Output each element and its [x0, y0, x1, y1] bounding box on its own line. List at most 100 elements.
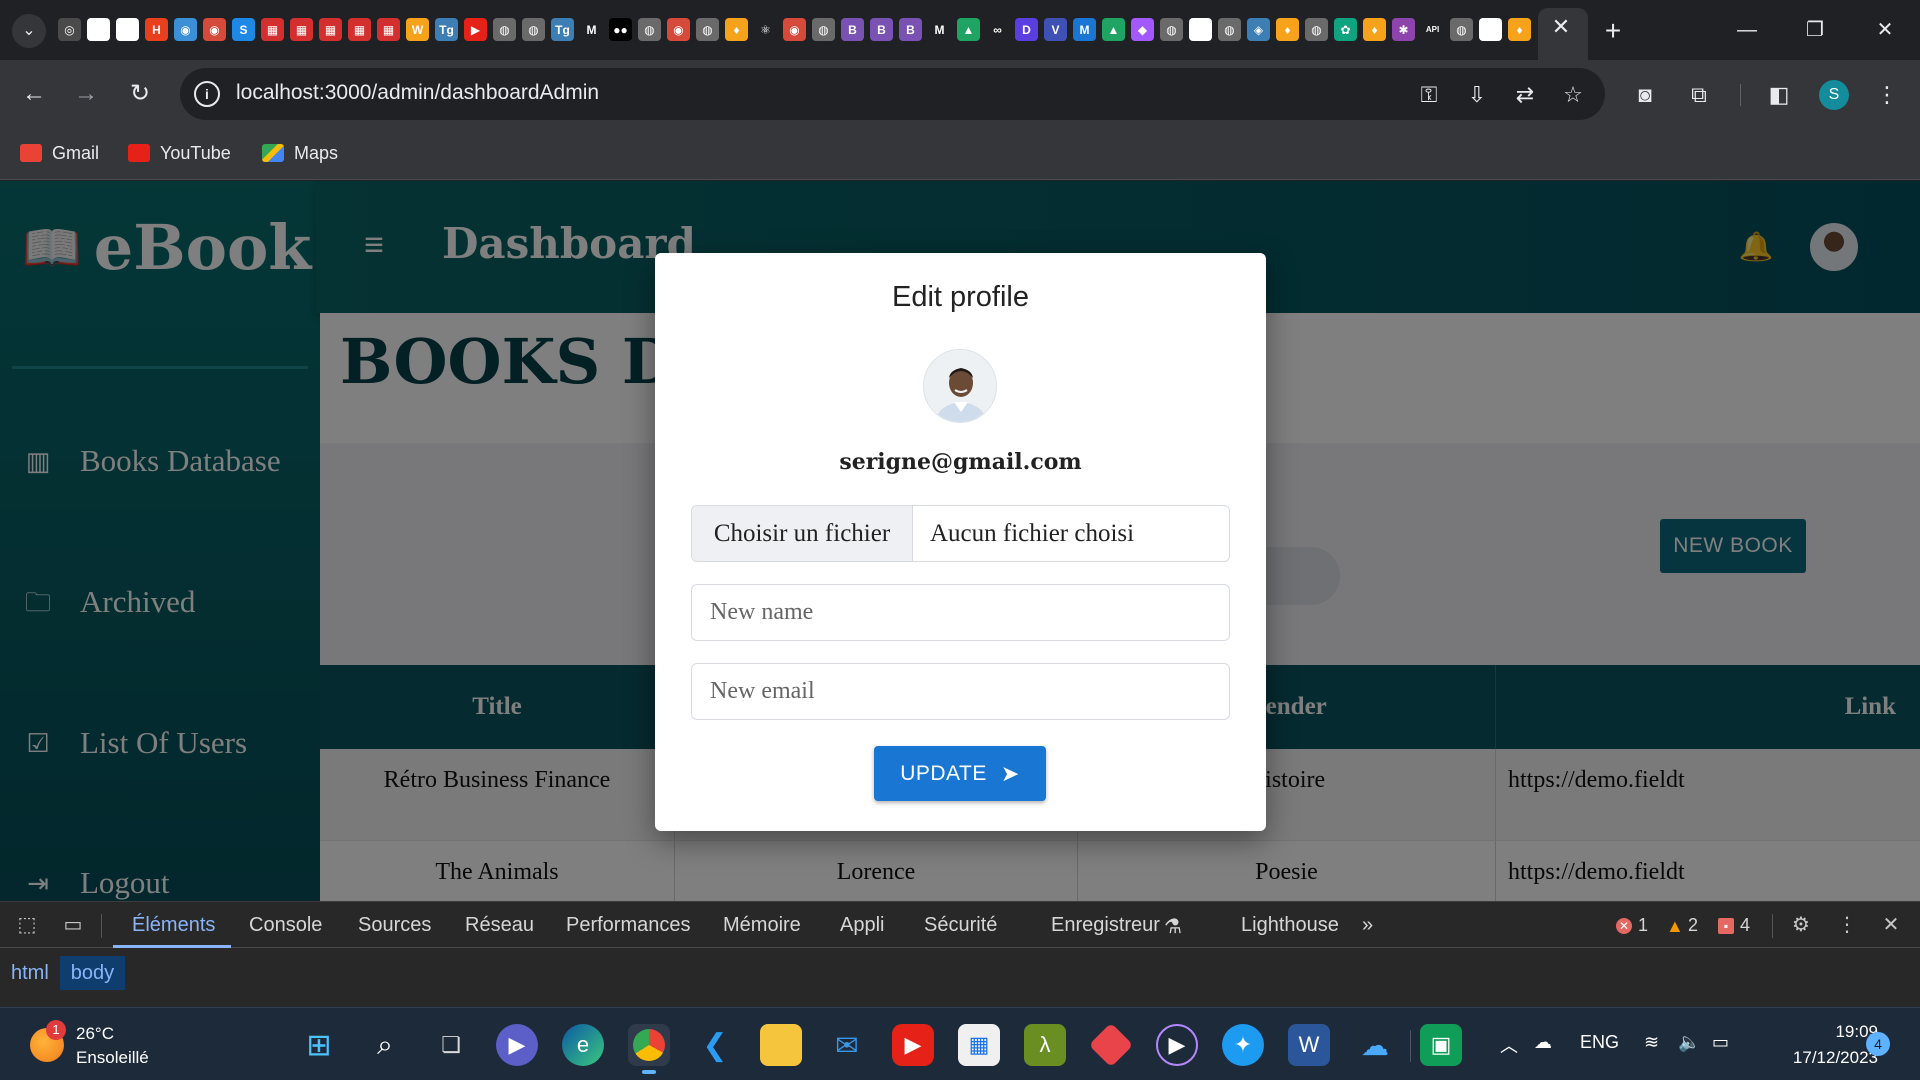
weather-temperature[interactable]: 26°C	[76, 1024, 114, 1044]
close-tab-icon[interactable]: ✕	[1548, 14, 1574, 40]
github-tab-icon[interactable]: ●	[1479, 18, 1502, 41]
globe-tab-icon[interactable]: ◍	[812, 18, 835, 41]
task-view-icon[interactable]: ❏	[430, 1024, 472, 1066]
web-tab-icon[interactable]: ◉	[667, 18, 690, 41]
restore-icon[interactable]: ❐	[1790, 10, 1840, 50]
error-count[interactable]: ✕ 1	[1616, 915, 1648, 936]
tab-search-icon[interactable]: ⌄	[12, 14, 46, 48]
new-email-input[interactable]	[691, 663, 1230, 720]
notification-badge[interactable]: 4	[1866, 1032, 1890, 1056]
store-icon[interactable]: ▦	[958, 1024, 1000, 1066]
medium-tab-icon[interactable]: M	[580, 18, 603, 41]
firebase-tab-icon[interactable]: ♦	[1508, 18, 1531, 41]
grid-tab-icon[interactable]: ▦	[377, 18, 400, 41]
photo-file-input[interactable]: Choisir un fichier Aucun fichier choisi	[691, 505, 1230, 562]
medium-tab-icon[interactable]: M	[928, 18, 951, 41]
d-tab-icon[interactable]: D	[1015, 18, 1038, 41]
web-tab-icon[interactable]: ◉	[203, 18, 226, 41]
react-tab-icon[interactable]: ⚛	[754, 18, 777, 41]
password-key-icon[interactable]: ⚿	[1412, 78, 1446, 112]
w-tab-icon[interactable]: W	[406, 18, 429, 41]
drive-tab-icon[interactable]: ▲	[957, 18, 980, 41]
infinity-tab-icon[interactable]: ∞	[986, 18, 1009, 41]
update-button[interactable]: UPDATE ➤	[874, 746, 1046, 801]
volume-icon[interactable]: 🔈	[1678, 1032, 1700, 1053]
tab-memory[interactable]: Mémoire	[723, 914, 801, 937]
bookmark-gmail[interactable]: Gmail	[20, 138, 99, 168]
globe-tab-icon[interactable]: ◍	[493, 18, 516, 41]
bookmark-youtube[interactable]: YouTube	[128, 138, 231, 168]
tab-sources[interactable]: Sources	[358, 914, 431, 937]
window-close-icon[interactable]: ✕	[1860, 10, 1910, 50]
minimize-icon[interactable]: —	[1722, 10, 1772, 50]
language-indicator[interactable]: ENG	[1580, 1032, 1619, 1053]
tg-tab-icon[interactable]: Tg	[551, 18, 574, 41]
youtube-app-icon[interactable]: ▶	[892, 1024, 934, 1066]
install-app-icon[interactable]: ⇩	[1460, 78, 1494, 112]
url-text[interactable]: localhost:3000/admin/dashboardAdmin	[236, 81, 599, 105]
web-tab-icon[interactable]: ◉	[783, 18, 806, 41]
bookmark-maps[interactable]: Maps	[262, 138, 338, 168]
weather-condition[interactable]: Ensoleillé	[76, 1048, 149, 1068]
grid-tab-icon[interactable]: ▦	[261, 18, 284, 41]
bootstrap-tab-icon[interactable]: B	[899, 18, 922, 41]
browser-menu-icon[interactable]: ⋮	[1870, 78, 1904, 112]
search-icon[interactable]: ⌕	[364, 1024, 406, 1066]
teams-icon[interactable]: ▶	[496, 1024, 538, 1066]
start-icon[interactable]: ⊞	[298, 1024, 340, 1066]
lambda-icon[interactable]: λ	[1024, 1024, 1066, 1066]
devtools-menu-icon[interactable]: ⋮	[1832, 910, 1862, 940]
devtools-close-icon[interactable]: ✕	[1876, 910, 1906, 940]
forward-icon[interactable]: →	[66, 74, 106, 114]
grid-tab-icon[interactable]: ▦	[348, 18, 371, 41]
inspect-element-icon[interactable]: ⬚	[12, 910, 42, 940]
web-tab-icon[interactable]: ◉	[174, 18, 197, 41]
profile-avatar[interactable]: S	[1819, 80, 1849, 110]
github-tab-icon[interactable]: ●	[116, 18, 139, 41]
settings-gear-icon[interactable]: ⚙	[1786, 910, 1816, 940]
gear-tab-icon[interactable]: ✱	[1392, 18, 1415, 41]
site-info-icon[interactable]: i	[194, 81, 220, 107]
translate-icon[interactable]: ⇄	[1508, 78, 1542, 112]
new-tab-icon[interactable]: +	[1598, 14, 1628, 48]
meet-icon[interactable]: ▣	[1420, 1024, 1462, 1066]
firebase-tab-icon[interactable]: ♦	[1276, 18, 1299, 41]
file-explorer-icon[interactable]	[760, 1024, 802, 1066]
tab-network[interactable]: Réseau	[465, 914, 534, 937]
youtube-tab-icon[interactable]: ▶	[464, 18, 487, 41]
word-icon[interactable]: W	[1288, 1024, 1330, 1066]
figma-tab-icon[interactable]: ◆	[1131, 18, 1154, 41]
mui-tab-icon[interactable]: M	[1073, 18, 1096, 41]
edge-icon[interactable]: e	[562, 1024, 604, 1066]
github-tab-icon[interactable]: ●	[1189, 18, 1212, 41]
screenshot-icon[interactable]: ◙	[1628, 78, 1662, 112]
git-icon[interactable]	[1088, 1022, 1134, 1068]
drive-tab-icon[interactable]: ▲	[1102, 18, 1125, 41]
cloud-icon[interactable]: ☁	[1534, 1032, 1552, 1053]
clock-date[interactable]: 17/12/2023	[1760, 1048, 1878, 1068]
chrome-tab-icon[interactable]: ◎	[58, 18, 81, 41]
bootstrap-tab-icon[interactable]: B	[841, 18, 864, 41]
side-panel-icon[interactable]: ◧	[1762, 78, 1796, 112]
wifi-icon[interactable]: ≋	[1644, 1032, 1659, 1053]
breadcrumb-body[interactable]: body	[59, 956, 126, 990]
bootstrap-tab-icon[interactable]: B	[870, 18, 893, 41]
issue-count[interactable]: ▪ 4	[1718, 915, 1750, 936]
cube-tab-icon[interactable]: ◈	[1247, 18, 1270, 41]
tab-security[interactable]: Sécurité	[924, 914, 997, 937]
tab-application[interactable]: Appli	[840, 914, 884, 937]
tab-lighthouse[interactable]: Lighthouse	[1241, 914, 1339, 937]
globe-tab-icon[interactable]: ◍	[1218, 18, 1241, 41]
breadcrumb-html[interactable]: html	[0, 956, 60, 990]
drive-tab-icon[interactable]: ▲	[87, 18, 110, 41]
api-tab-icon[interactable]: API	[1421, 18, 1444, 41]
grid-tab-icon[interactable]: ▦	[290, 18, 313, 41]
v-tab-icon[interactable]: V	[1044, 18, 1067, 41]
tab-elements[interactable]: Éléments	[132, 914, 215, 937]
tab-recorder[interactable]: Enregistreur	[1051, 914, 1160, 937]
bookmark-star-icon[interactable]: ☆	[1556, 78, 1590, 112]
extensions-icon[interactable]: ⧉	[1682, 78, 1716, 112]
tab-console[interactable]: Console	[249, 914, 322, 937]
reload-icon[interactable]: ↻	[120, 74, 160, 114]
tab-performance[interactable]: Performances	[566, 914, 691, 937]
